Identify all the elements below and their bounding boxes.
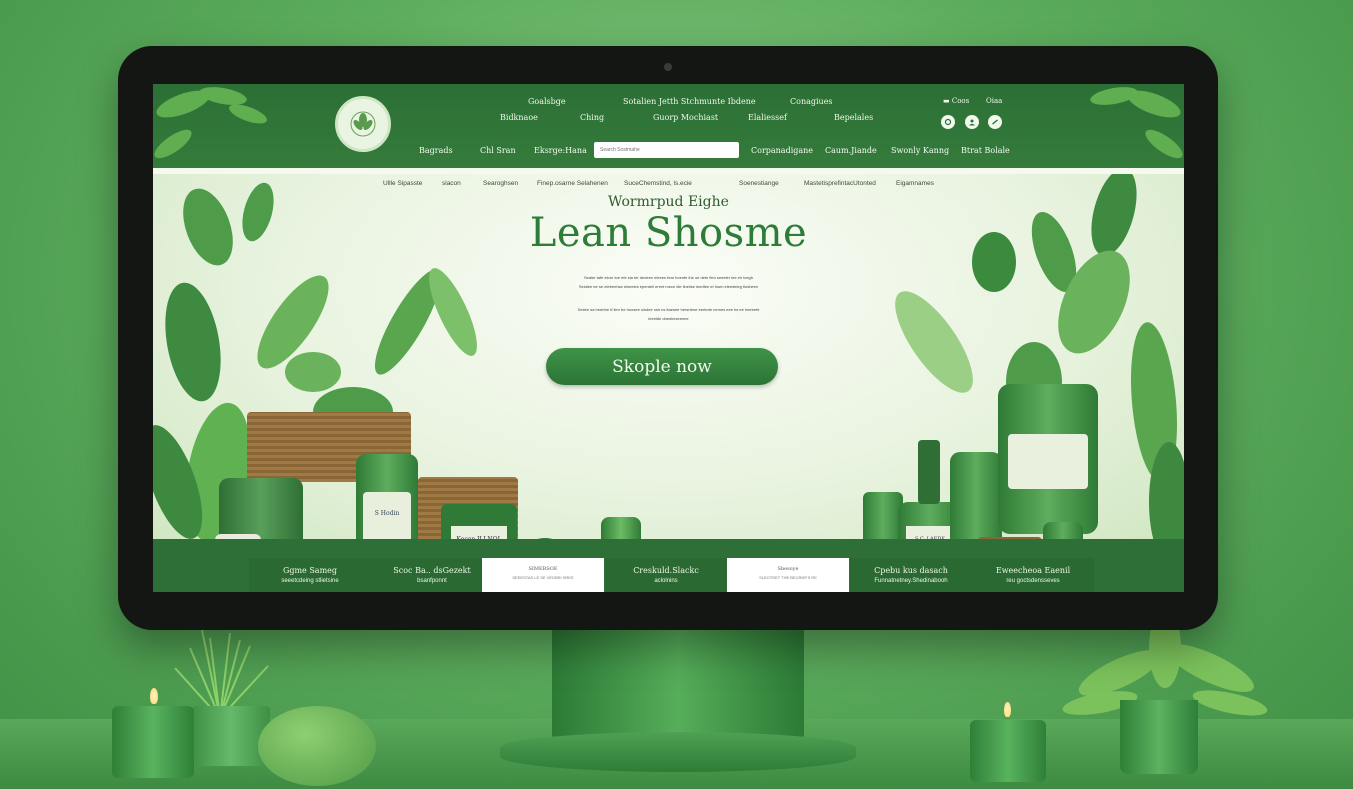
hero-title: Lean Shosme (529, 210, 808, 256)
hero-body-line-4: leeelde dnesheseenne (648, 316, 689, 321)
feature-title: SIMERSOE (528, 566, 558, 572)
feature-subtitle: SEEESTAS LE SE VEDBRI SREE (512, 575, 574, 580)
feature-card-5[interactable]: Sbesoye SLEOTRET THE BECRIEFS RE (727, 558, 849, 592)
webcam-dot (664, 63, 672, 71)
nav-link-7[interactable]: Btrat Bolale (961, 146, 1010, 155)
subnav-item-3[interactable]: Searoghsen (483, 180, 518, 187)
header-leaves-left (154, 87, 267, 159)
account-link[interactable]: Oiaa (986, 97, 1002, 105)
nav-link-5[interactable]: Caum.Jiande (825, 146, 877, 155)
feature-title: Sbesoye (777, 566, 799, 572)
top-link-5[interactable]: Ching (580, 113, 604, 122)
subnav-item-4[interactable]: Finep.osarne Selahenen (537, 180, 608, 187)
feature-card-1[interactable]: Ggme Sameg seeetcdeing stlietsine (249, 558, 371, 592)
category-subnav: Ullle Sipasste slacon Searoghsen Finep.o… (153, 180, 1184, 194)
search-input[interactable] (594, 142, 739, 158)
site-logo[interactable] (335, 96, 391, 152)
monitor-stand-base (500, 732, 856, 772)
feature-card-7[interactable]: Eweecheoa Eaenil reu goctsdensseves (972, 558, 1094, 592)
leaf-circle-icon[interactable] (941, 115, 955, 129)
hero-body-line-3: Sestre sa heehtre tf lien tre hoosee sln… (577, 307, 760, 312)
candle-left (112, 706, 194, 778)
pump-head (918, 440, 940, 504)
subnav-item-7[interactable]: MastetisprefintacUtonted (804, 180, 876, 187)
cart-link-label: Coos (951, 97, 970, 105)
subnav-item-6[interactable]: Soenestiange (739, 180, 779, 187)
subnav-item-5[interactable]: SuceChemstind, ls.ecie (624, 180, 692, 187)
candle-right (970, 720, 1046, 782)
feature-card-6[interactable]: Cpebu kus dasach Funnatnetney.Shedinaboo… (850, 558, 972, 592)
nav-link-1[interactable]: Bagrads (419, 146, 453, 155)
feature-title: Cpebu kus dasach (874, 566, 948, 575)
nav-link-6[interactable]: Swonly Kanng (891, 146, 949, 155)
product-big-tub (998, 384, 1098, 534)
top-link-3[interactable]: Conagiues (790, 97, 833, 106)
subnav-item-8[interactable]: Eigamnames (896, 180, 934, 187)
feature-subtitle: aclolnins (654, 578, 678, 584)
hero-eyebrow: Wormrpud Eighe (608, 194, 729, 210)
feature-title: Ggme Sameg (282, 566, 338, 575)
top-link-7[interactable]: Elaliessef (748, 113, 787, 122)
jar-label: S Hodin (363, 492, 411, 544)
hero-body-line-2: Sestiee ee se eletreehse elseeies eperde… (578, 284, 759, 289)
top-link-8[interactable]: Bepelales (834, 113, 873, 122)
header-leaves-right (1090, 87, 1183, 159)
candle-flame-left (150, 688, 158, 704)
cart-link[interactable]: ▬ Coos (943, 97, 969, 105)
feature-card-3[interactable]: SIMERSOE SEEESTAS LE SE VEDBRI SREE (482, 558, 604, 592)
header-edge (153, 168, 1184, 174)
feature-subtitle: seeetcdeing stlietsine (281, 578, 339, 584)
top-link-1[interactable]: Goalsbge (528, 97, 566, 106)
top-link-2[interactable]: Sotalien Jetth Stchmunte Ibdene (623, 97, 756, 106)
top-link-6[interactable]: Guorp Mochiast (653, 113, 718, 122)
top-link-4[interactable]: Bidknaoe (500, 113, 538, 122)
feature-subtitle: Funnatnetney.Shedinabooh (874, 578, 948, 584)
feature-subtitle: SLEOTRET THE BECRIEFS RE (759, 575, 817, 580)
feature-card-2[interactable]: Scoc Ba.. dsGezekt bsanfponnt (371, 558, 493, 592)
feature-title: Scoc Ba.. dsGezekt (393, 566, 471, 575)
website-screen: S Hodin Kocon ILLNOL S.C. LAEDE (153, 84, 1184, 592)
feature-subtitle: bsanfponnt (417, 578, 447, 584)
candle-flame-right (1004, 702, 1011, 717)
feature-card-4[interactable]: Creskuld.Slackc aclolnins (605, 558, 727, 592)
plant-pot-left (192, 706, 270, 766)
feature-subtitle: reu goctsdensseves (1006, 578, 1060, 584)
plant-pot-right (1120, 700, 1198, 774)
shop-now-button[interactable]: Skople now (546, 348, 778, 385)
subnav-item-1[interactable]: Ullle Sipasste (383, 180, 422, 187)
leaf-logo-icon (350, 111, 376, 137)
nav-link-4[interactable]: Corpanadigane (751, 146, 813, 155)
subnav-item-2[interactable]: slacon (442, 180, 461, 187)
moss-stone (258, 706, 376, 786)
tub-label (1008, 434, 1088, 489)
user-icon[interactable] (965, 115, 979, 129)
cart-icon[interactable] (988, 115, 1002, 129)
feature-title: Creskuld.Slackc (633, 566, 699, 575)
monitor-stand-neck (552, 628, 804, 748)
grass-plant (150, 628, 290, 719)
feature-title: Eweecheoa Eaenil (995, 566, 1071, 575)
nav-link-2[interactable]: Chl Sran (480, 146, 516, 155)
site-header: Goalsbge Sotalien Jetth Stchmunte Ibdene… (153, 84, 1184, 172)
hero-body-line-1: Sealer tafe elore toe efe sia ter dedeen… (583, 275, 753, 280)
nav-link-3[interactable]: Eksrge:Hana (534, 146, 587, 155)
